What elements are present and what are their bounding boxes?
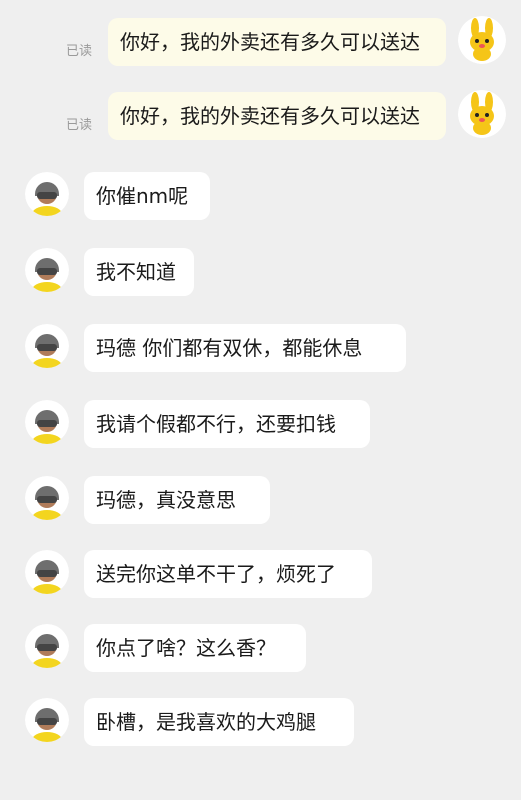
- message-bubble[interactable]: 我请个假都不行，还要扣钱: [84, 400, 370, 448]
- received-message-row: 送完你这单不干了，烦死了: [0, 548, 521, 600]
- courier-helmet-avatar[interactable]: [25, 624, 69, 668]
- courier-helmet-avatar[interactable]: [25, 698, 69, 742]
- message-bubble[interactable]: 你好，我的外卖还有多久可以送达: [108, 92, 446, 140]
- received-message-row: 玛德 你们都有双休，都能休息: [0, 322, 521, 374]
- received-message-row: 我不知道: [0, 246, 521, 298]
- chat-screen: { "sent": [ {"read_status":"已读","text":"…: [0, 0, 521, 800]
- courier-helmet-avatar[interactable]: [25, 550, 69, 594]
- message-bubble[interactable]: 玛德，真没意思: [84, 476, 270, 524]
- read-status: 已读: [66, 44, 93, 59]
- courier-helmet-avatar[interactable]: [25, 324, 69, 368]
- message-bubble[interactable]: 你催nm呢: [84, 172, 210, 220]
- received-message-row: 玛德，真没意思: [0, 474, 521, 526]
- yellow-rabbit-avatar[interactable]: [458, 90, 506, 138]
- sent-message-row: 已读 你好，我的外卖还有多久可以送达: [0, 14, 521, 68]
- message-bubble[interactable]: 我不知道: [84, 248, 194, 296]
- received-message-row: 你点了啥？这么香？: [0, 622, 521, 674]
- message-bubble[interactable]: 送完你这单不干了，烦死了: [84, 550, 372, 598]
- sent-message-row: 已读 你好，我的外卖还有多久可以送达: [0, 88, 521, 142]
- read-status: 已读: [66, 118, 93, 133]
- courier-helmet-avatar[interactable]: [25, 476, 69, 520]
- received-message-row: 卧槽，是我喜欢的大鸡腿: [0, 696, 521, 748]
- courier-helmet-avatar[interactable]: [25, 172, 69, 216]
- yellow-rabbit-avatar[interactable]: [458, 16, 506, 64]
- message-bubble[interactable]: 你点了啥？这么香？: [84, 624, 306, 672]
- received-message-row: 你催nm呢: [0, 170, 521, 222]
- courier-helmet-avatar[interactable]: [25, 248, 69, 292]
- message-bubble[interactable]: 你好，我的外卖还有多久可以送达: [108, 18, 446, 66]
- message-bubble[interactable]: 玛德 你们都有双休，都能休息: [84, 324, 406, 372]
- courier-helmet-avatar[interactable]: [25, 400, 69, 444]
- received-message-row: 我请个假都不行，还要扣钱: [0, 398, 521, 450]
- message-bubble[interactable]: 卧槽，是我喜欢的大鸡腿: [84, 698, 354, 746]
